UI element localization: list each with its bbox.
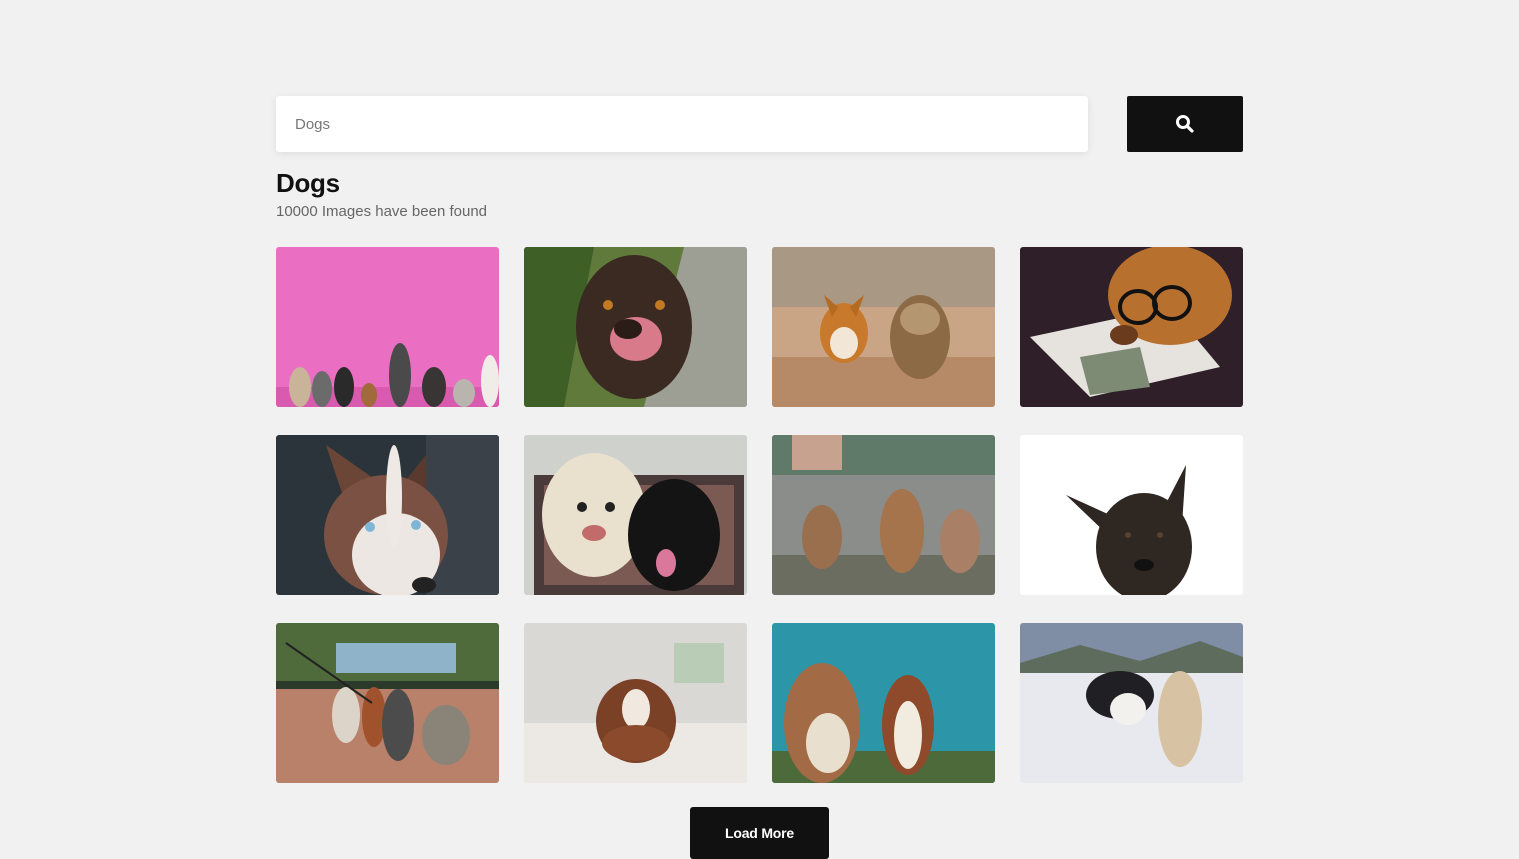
search-icon — [1176, 115, 1194, 133]
dog-photo — [276, 623, 499, 783]
search-button[interactable] — [1127, 96, 1243, 152]
dog-photo — [772, 435, 995, 595]
search-input[interactable] — [276, 96, 1088, 152]
results-title: Dogs — [276, 168, 340, 198]
image-card[interactable] — [276, 247, 499, 407]
dog-photo — [524, 247, 747, 407]
dog-photo — [1020, 623, 1243, 783]
image-card[interactable] — [772, 247, 995, 407]
image-card[interactable] — [1020, 623, 1243, 783]
image-card[interactable] — [276, 623, 499, 783]
image-card[interactable] — [524, 435, 747, 595]
image-grid — [276, 247, 1243, 783]
image-card[interactable] — [524, 623, 747, 783]
dog-photo — [1020, 435, 1243, 595]
dog-photo — [524, 623, 747, 783]
dog-photo — [1020, 247, 1243, 407]
image-card[interactable] — [276, 435, 499, 595]
image-card[interactable] — [772, 623, 995, 783]
dog-photo — [772, 623, 995, 783]
dog-photo — [276, 435, 499, 595]
image-card[interactable] — [1020, 247, 1243, 407]
image-card[interactable] — [524, 247, 747, 407]
results-count: 10000 Images have been found — [276, 203, 488, 220]
dog-photo — [276, 247, 499, 407]
image-card[interactable] — [1020, 435, 1243, 595]
image-card[interactable] — [772, 435, 995, 595]
search-bar — [276, 96, 1243, 152]
dog-photo — [524, 435, 747, 595]
load-more-button[interactable]: Load More — [690, 807, 829, 859]
dog-photo — [772, 247, 995, 407]
